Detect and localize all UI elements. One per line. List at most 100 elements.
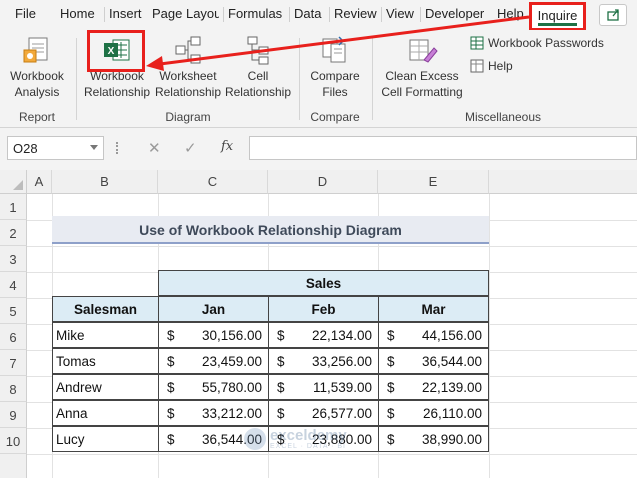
- name-box-value: O28: [13, 141, 38, 156]
- select-all-triangle: [13, 180, 23, 190]
- tab-inquire-label: Inquire: [537, 8, 578, 23]
- cell-salesman[interactable]: Lucy: [52, 426, 159, 452]
- compare-files-button[interactable]: Compare Files: [304, 34, 366, 100]
- watermark-name: exceldemy: [270, 427, 347, 444]
- group-separator: [299, 38, 300, 120]
- cell-feb[interactable]: $33,256.00: [268, 348, 379, 374]
- tab-view[interactable]: View: [381, 6, 414, 22]
- tab-formulas[interactable]: Formulas: [222, 6, 282, 22]
- tab-review[interactable]: Review: [329, 6, 377, 22]
- cell-mar[interactable]: $22,139.00: [378, 374, 489, 400]
- currency-symbol: $: [277, 406, 285, 421]
- cell-jan[interactable]: $30,156.00: [158, 322, 269, 348]
- formula-bar-grip[interactable]: [116, 142, 118, 154]
- amount: 44,156.00: [421, 328, 482, 343]
- tab-help[interactable]: Help: [497, 6, 524, 21]
- row-header-4[interactable]: 4: [0, 272, 27, 298]
- cell-salesman[interactable]: Anna: [52, 400, 159, 426]
- row-header-empty: [0, 454, 27, 478]
- row-header-10[interactable]: 10: [0, 428, 27, 454]
- amount: 30,156.00: [201, 328, 262, 343]
- currency-symbol: $: [167, 328, 175, 343]
- cancel-icon[interactable]: ✕: [148, 139, 161, 157]
- header-feb[interactable]: Feb: [268, 296, 379, 322]
- amount: 55,780.00: [201, 380, 262, 395]
- clean-excess-formatting-button[interactable]: Clean Excess Cell Formatting: [378, 34, 466, 100]
- cell-feb[interactable]: $11,539.00: [268, 374, 379, 400]
- active-tab-underline: [538, 23, 577, 26]
- row-header-3[interactable]: 3: [0, 246, 27, 272]
- cell-relationship-label-2: Relationship: [224, 85, 292, 99]
- cell-salesman[interactable]: Tomas: [52, 348, 159, 374]
- group-label-diagram: Diagram: [165, 110, 211, 124]
- row-header-1[interactable]: 1: [0, 194, 27, 220]
- row-header-9[interactable]: 9: [0, 402, 27, 428]
- row-header-5[interactable]: 5: [0, 298, 27, 324]
- cell-feb[interactable]: $22,134.00: [268, 322, 379, 348]
- share-icon: [607, 9, 619, 21]
- tab-insert[interactable]: Insert: [104, 6, 142, 22]
- help-icon: [470, 59, 484, 73]
- cell-relationship-button[interactable]: Cell Relationship: [224, 34, 292, 100]
- row-header-8[interactable]: 8: [0, 376, 27, 402]
- menu-tabs: File Home Insert Page Layout Formulas Da…: [0, 0, 637, 31]
- tab-developer[interactable]: Developer: [419, 6, 484, 22]
- group-separator: [76, 38, 77, 120]
- chevron-down-icon[interactable]: [90, 145, 98, 150]
- select-all-corner[interactable]: [0, 170, 27, 194]
- cell-feb[interactable]: $26,577.00: [268, 400, 379, 426]
- enter-check-icon[interactable]: ✓: [184, 139, 197, 157]
- amount: 38,990.00: [421, 432, 482, 447]
- cell-mar[interactable]: $36,544.00: [378, 348, 489, 374]
- workbook-analysis-button[interactable]: Workbook Analysis: [6, 34, 68, 100]
- sheet-title[interactable]: Use of Workbook Relationship Diagram: [52, 216, 489, 244]
- worksheet-relationship-label-2: Relationship: [154, 85, 222, 99]
- clean-excess-label-1: Clean Excess: [385, 69, 459, 83]
- cell-jan[interactable]: $33,212.00: [158, 400, 269, 426]
- ribbon: Workbook Analysis Report X Workbook Rela…: [0, 30, 637, 128]
- tab-data[interactable]: Data: [288, 6, 321, 22]
- header-mar[interactable]: Mar: [378, 296, 489, 322]
- currency-symbol: $: [277, 354, 285, 369]
- cell-mar[interactable]: $26,110.00: [378, 400, 489, 426]
- cell-jan[interactable]: $23,459.00: [158, 348, 269, 374]
- share-button[interactable]: [599, 4, 627, 26]
- column-header-a[interactable]: A: [27, 170, 52, 194]
- workbook-passwords-button[interactable]: Workbook Passwords: [470, 36, 604, 50]
- amount: 33,256.00: [311, 354, 372, 369]
- worksheet-relationship-button[interactable]: Worksheet Relationship: [153, 34, 223, 100]
- amount: 33,212.00: [201, 406, 262, 421]
- cell-mar[interactable]: $38,990.00: [378, 426, 489, 452]
- row-header-6[interactable]: 6: [0, 324, 27, 350]
- column-header-c[interactable]: C: [158, 170, 268, 194]
- tab-page-layout[interactable]: Page Layout: [152, 6, 219, 21]
- row-header-7[interactable]: 7: [0, 350, 27, 376]
- currency-symbol: $: [387, 432, 395, 447]
- currency-symbol: $: [167, 354, 175, 369]
- name-box[interactable]: O28: [7, 136, 104, 160]
- sales-group-header[interactable]: Sales: [158, 270, 489, 296]
- cell-mar[interactable]: $44,156.00: [378, 322, 489, 348]
- tab-home[interactable]: Home: [60, 6, 95, 21]
- currency-symbol: $: [387, 380, 395, 395]
- header-jan[interactable]: Jan: [158, 296, 269, 322]
- amount: 26,110.00: [422, 406, 482, 421]
- help-button[interactable]: Help: [470, 59, 513, 73]
- tab-inquire[interactable]: Inquire: [529, 2, 586, 31]
- compare-files-label-2: Files: [322, 85, 348, 99]
- header-salesman[interactable]: Salesman: [52, 296, 159, 322]
- formula-input[interactable]: [249, 136, 637, 160]
- workbook-passwords-label: Workbook Passwords: [488, 36, 604, 50]
- cell-jan[interactable]: $55,780.00: [158, 374, 269, 400]
- row-header-2[interactable]: 2: [0, 220, 27, 246]
- cell-salesman[interactable]: Mike: [52, 322, 159, 348]
- insert-function-icon[interactable]: fx: [221, 139, 233, 154]
- currency-symbol: $: [167, 406, 175, 421]
- column-header-e[interactable]: E: [378, 170, 489, 194]
- column-header-b[interactable]: B: [52, 170, 158, 194]
- cell-salesman[interactable]: Andrew: [52, 374, 159, 400]
- tab-file[interactable]: File: [15, 6, 36, 21]
- column-header-d[interactable]: D: [268, 170, 378, 194]
- gridline: [27, 454, 637, 455]
- currency-symbol: $: [387, 328, 395, 343]
